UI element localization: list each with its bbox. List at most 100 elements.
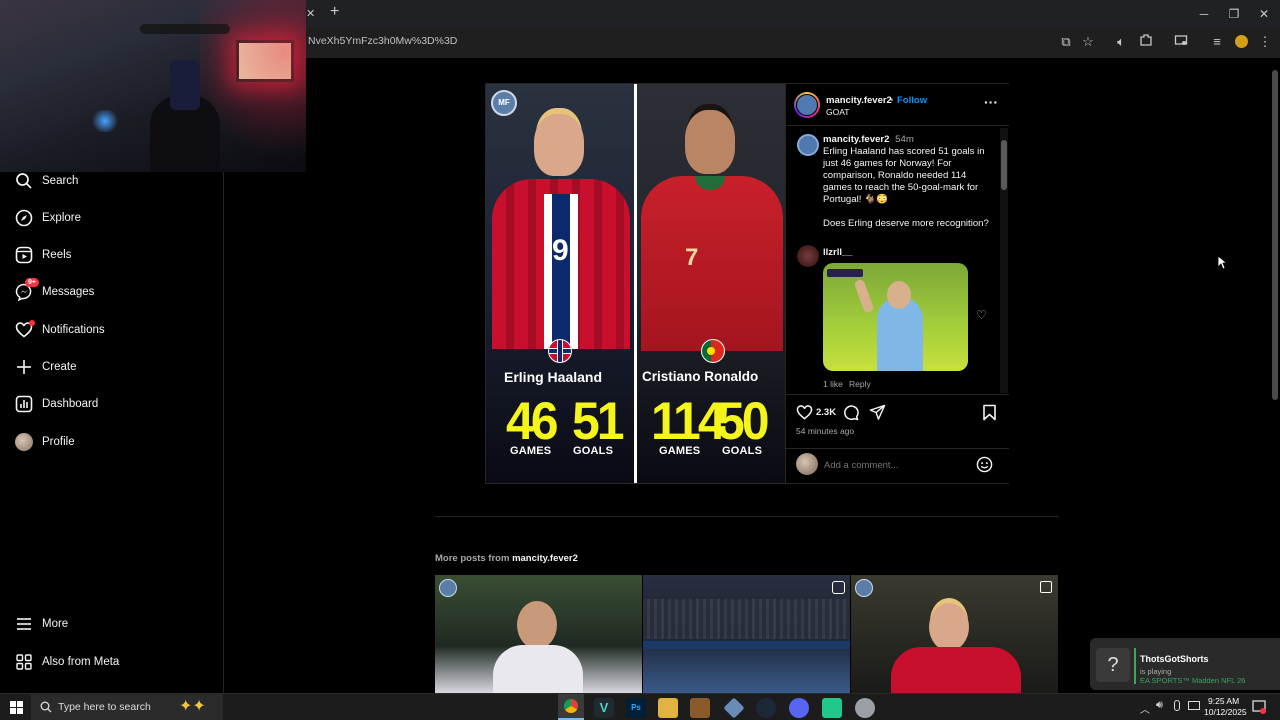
restore-button[interactable]: ❐ xyxy=(1220,4,1248,24)
carousel-icon xyxy=(1040,581,1052,593)
stream-activity-overlay: ? ThotsGotShorts is playing EA SPORTS™ M… xyxy=(1090,638,1280,690)
follow-button[interactable]: Follow xyxy=(897,95,927,106)
help-question-icon: ? xyxy=(1096,648,1130,682)
goals-label: GOALS xyxy=(722,445,763,457)
author-avatar[interactable] xyxy=(794,92,820,118)
more-post-thumbnail[interactable] xyxy=(851,575,1058,693)
save-bookmark-icon[interactable] xyxy=(982,404,997,421)
post-image[interactable]: MF 9 Erling Haaland 46 51 GAMES GOALS 7 … xyxy=(486,84,785,483)
windows-start-icon[interactable] xyxy=(10,701,23,714)
chrome-taskbar-icon[interactable] xyxy=(558,694,584,720)
share-send-icon[interactable] xyxy=(869,404,886,421)
sidebar-item-also-from-meta[interactable]: Also from Meta xyxy=(0,646,224,678)
network-icon[interactable] xyxy=(1188,701,1200,710)
stadium-crowd xyxy=(643,599,850,639)
install-app-icon[interactable]: ⧉ xyxy=(1057,33,1075,51)
sidebar-item-label: Messages xyxy=(42,286,95,298)
app-taskbar-icon[interactable] xyxy=(822,698,842,718)
more-options-icon[interactable]: ··· xyxy=(984,94,998,110)
clock-time[interactable]: 9:25 AM xyxy=(1208,696,1239,706)
sidebar-item-more[interactable]: More xyxy=(0,608,224,640)
extensions-icon[interactable] xyxy=(1137,33,1155,51)
team-logo-icon xyxy=(855,579,873,597)
speaker-icon[interactable]: 🔈︎ xyxy=(1112,33,1130,51)
player2-games-value: 114 xyxy=(651,391,726,451)
author-username[interactable]: mancity.fever2 xyxy=(826,95,892,106)
player-head xyxy=(685,110,735,174)
post-header: mancity.fever2 • Follow GOAT ··· xyxy=(786,84,1009,126)
app-taskbar-icon[interactable] xyxy=(855,698,875,718)
tray-chevron-icon[interactable]: ︿ xyxy=(1140,701,1150,716)
player2-name: Cristiano Ronaldo xyxy=(642,369,759,384)
taskbar-search-placeholder: Type here to search xyxy=(58,701,151,713)
microphone-icon[interactable] xyxy=(1174,700,1180,711)
vegas-taskbar-icon[interactable]: V xyxy=(594,698,614,718)
sidebar-item-search[interactable]: Search xyxy=(0,165,224,197)
comment-image[interactable] xyxy=(823,263,968,371)
clock-date[interactable]: 10/12/2025 xyxy=(1204,707,1247,717)
comment-reply-link[interactable]: Reply xyxy=(849,379,871,389)
action-center-icon[interactable] xyxy=(1252,700,1266,714)
post-modal: MF 9 Erling Haaland 46 51 GAMES GOALS 7 … xyxy=(485,83,1009,484)
section-divider xyxy=(435,516,1059,517)
add-comment-row xyxy=(786,448,1009,483)
more-post-thumbnail[interactable] xyxy=(643,575,850,693)
new-tab-button[interactable]: + xyxy=(330,3,339,21)
close-tab-icon[interactable]: ✕ xyxy=(306,7,315,20)
player-panel-left: MF 9 Erling Haaland 46 51 GAMES GOALS xyxy=(486,84,635,483)
comment-username[interactable]: llzrll__ xyxy=(823,247,853,258)
like-heart-icon[interactable] xyxy=(796,404,813,421)
page-scrollbar[interactable] xyxy=(1270,58,1280,693)
caption-question: Does Erling deserve more recognition? xyxy=(823,218,989,229)
cast-icon[interactable] xyxy=(1172,33,1190,51)
search-highlight-sparkle-icon: ✦✦ xyxy=(179,698,206,715)
mouse-cursor xyxy=(1217,255,1227,270)
post-sidebar: mancity.fever2 • Follow GOAT ··· mancity… xyxy=(785,84,1009,483)
media-controls-icon[interactable]: ≡ xyxy=(1208,33,1226,51)
steam-taskbar-icon[interactable] xyxy=(756,698,776,718)
player1-name: Erling Haaland xyxy=(504,369,603,385)
address-bar[interactable]: NveXh5YmFzc3h0Mw%3D%3D xyxy=(300,30,1280,54)
comment-like-icon[interactable]: ♡ xyxy=(976,308,987,322)
taskbar-search-box[interactable]: Type here to search ✦✦ xyxy=(31,694,223,720)
webcam-overlay xyxy=(0,0,306,172)
sidebar-item-create[interactable]: Create xyxy=(0,351,224,383)
file-explorer-taskbar-icon[interactable] xyxy=(658,698,678,718)
compass-icon xyxy=(15,209,33,227)
games-label: GAMES xyxy=(659,445,701,457)
profile-avatar-icon[interactable] xyxy=(1232,33,1250,51)
sidebar-item-explore[interactable]: Explore xyxy=(0,202,224,234)
sidebar-item-reels[interactable]: Reels xyxy=(0,239,224,271)
discord-taskbar-icon[interactable] xyxy=(789,698,809,718)
sidebar-item-notifications[interactable]: Notifications xyxy=(0,314,224,346)
search-icon xyxy=(40,701,52,713)
close-window-button[interactable]: ✕ xyxy=(1250,4,1278,24)
stadium-banner xyxy=(643,641,850,649)
menu-dots-icon[interactable]: ⋮ xyxy=(1256,33,1274,51)
comment-input[interactable] xyxy=(824,457,964,473)
comment-bubble-icon[interactable] xyxy=(842,404,859,421)
comment-avatar[interactable] xyxy=(797,245,819,267)
minimize-button[interactable]: ─ xyxy=(1190,4,1218,24)
bookmark-star-icon[interactable]: ☆ xyxy=(1079,33,1097,51)
sidebar-item-messages[interactable]: 9+ Messages xyxy=(0,276,224,308)
app-taskbar-icon[interactable] xyxy=(690,698,710,718)
status-accent-bar xyxy=(1134,648,1136,684)
comments-scrollbar[interactable] xyxy=(1000,128,1008,393)
photoshop-taskbar-icon[interactable]: Ps xyxy=(626,698,646,718)
sidebar-item-profile[interactable]: Profile xyxy=(0,426,224,458)
caption-username[interactable]: mancity.fever2 xyxy=(823,134,889,145)
more-post-thumbnail[interactable] xyxy=(435,575,642,693)
app-taskbar-icon[interactable] xyxy=(723,697,745,719)
url-text[interactable]: NveXh5YmFzc3h0Mw%3D%3D xyxy=(308,35,457,47)
caption-avatar[interactable] xyxy=(797,134,819,156)
like-count[interactable]: 2.3K xyxy=(816,407,836,418)
stream-status: is playing xyxy=(1140,667,1172,676)
sidebar-item-dashboard[interactable]: Dashboard xyxy=(0,388,224,420)
emoji-icon[interactable] xyxy=(976,456,993,473)
volume-icon[interactable]: 🔊︎ xyxy=(1156,699,1163,712)
sidebar-item-label: More xyxy=(42,618,69,630)
sidebar-item-label: Also from Meta xyxy=(42,656,120,668)
more-posts-username[interactable]: mancity.fever2 xyxy=(512,553,578,564)
player2-goals-value: 50 xyxy=(717,391,770,451)
